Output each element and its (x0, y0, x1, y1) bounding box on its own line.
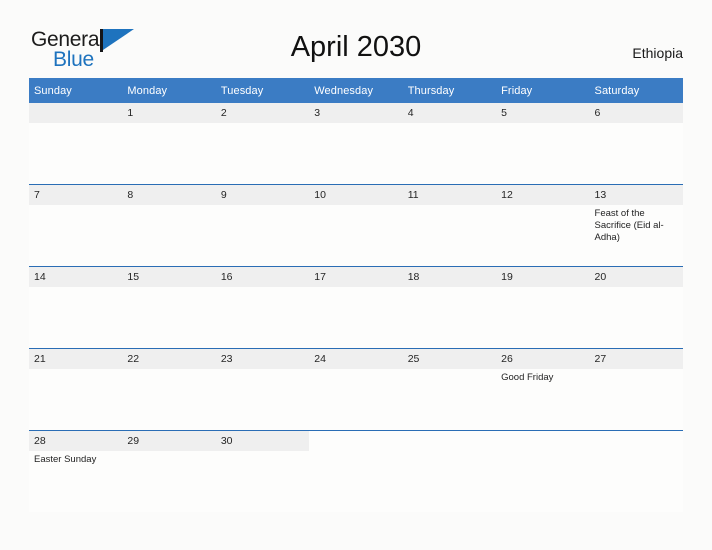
day-number: 3 (309, 103, 403, 123)
day-number: 14 (29, 267, 123, 287)
day-number (403, 431, 496, 451)
weekday-header-wednesday: Wednesday (309, 78, 403, 103)
calendar-grid: Sunday Monday Tuesday Wednesday Thursday… (29, 78, 683, 512)
weekday-header-sunday: Sunday (29, 78, 123, 103)
calendar-day-cell[interactable]: 18 (402, 266, 497, 349)
calendar-day-cell[interactable]: 21 (29, 348, 123, 431)
calendar-day-cell[interactable]: 25 (402, 348, 497, 431)
day-number: 24 (309, 349, 403, 369)
calendar-day-cell[interactable] (309, 430, 403, 512)
calendar-week-row: 7 8 9 10 11 12 13 Feast of the Sacrifice (Eid a… (29, 184, 683, 267)
calendar-day-cell[interactable]: 6 (589, 103, 683, 185)
day-number: 9 (215, 185, 310, 205)
calendar-day-cell[interactable] (589, 430, 683, 512)
calendar-day-cell[interactable]: 8 (122, 184, 216, 267)
day-event-label: Feast of the Sacrifice (Eid al-Adha) (594, 208, 664, 243)
calendar-week-row: 123456 (29, 103, 683, 185)
day-number: 25 (402, 349, 497, 369)
day-number: 8 (122, 185, 216, 205)
day-number (29, 103, 123, 123)
day-number (496, 431, 589, 451)
weekday-header-saturday: Saturday (589, 78, 683, 103)
day-number (590, 431, 683, 451)
weekday-header-thursday: Thursday (402, 78, 497, 103)
day-number: 11 (402, 185, 497, 205)
weekday-header-monday: Monday (122, 78, 216, 103)
calendar-day-cell[interactable]: 29 (122, 430, 216, 512)
calendar-day-cell[interactable]: 1 (122, 103, 216, 185)
day-number: 10 (309, 185, 403, 205)
calendar-day-cell[interactable]: 2 (215, 103, 310, 185)
weekday-header-row: Sunday Monday Tuesday Wednesday Thursday… (29, 78, 683, 103)
day-number: 7 (29, 185, 123, 205)
day-number: 23 (215, 349, 310, 369)
day-event-label: Easter Sunday (34, 454, 97, 465)
day-number: 19 (496, 267, 590, 287)
day-number: 26 (496, 349, 590, 369)
calendar-day-cell[interactable]: 5 (496, 103, 590, 185)
calendar-day-cell[interactable]: 12 (496, 184, 590, 267)
day-event-label: Good Friday (501, 372, 554, 383)
calendar-day-cell[interactable]: 30 (215, 430, 310, 512)
calendar-day-cell[interactable]: 14 (29, 266, 123, 349)
calendar-day-cell[interactable]: 4 (402, 103, 497, 185)
calendar-day-cell[interactable]: 26 Good Friday (496, 348, 590, 431)
calendar-week-row: 21 22 23 24 25 26 Good Friday 27 (29, 348, 683, 431)
day-number: 28 (29, 431, 123, 451)
weekday-header-tuesday: Tuesday (215, 78, 310, 103)
page-title: April 2030 (290, 31, 422, 63)
day-number: 4 (402, 103, 497, 123)
day-number: 12 (496, 185, 590, 205)
calendar-day-cell[interactable]: 22 (122, 348, 216, 431)
calendar-day-cell[interactable]: 9 (215, 184, 310, 267)
day-number: 22 (122, 349, 216, 369)
calendar-page: General Blue April 2030 Ethiopia Sunday … (0, 0, 712, 550)
weekday-header-friday: Friday (496, 78, 590, 103)
calendar-day-cell[interactable] (29, 103, 123, 185)
calendar-day-cell[interactable]: 16 (215, 266, 310, 349)
day-number: 2 (215, 103, 310, 123)
calendar-day-cell[interactable]: 7 (29, 184, 123, 267)
calendar-body: 1 2 3 4 5 6 7 8 9 10 11 12 13 Feast of the Sacrifice … (29, 103, 683, 512)
day-number: 27 (589, 349, 683, 369)
day-number: 15 (122, 267, 216, 287)
calendar-day-cell[interactable] (496, 430, 590, 512)
calendar-day-cell[interactable]: 11 (402, 184, 497, 267)
calendar-day-cell[interactable]: 24 (309, 348, 403, 431)
calendar-day-cell[interactable]: 10 (309, 184, 403, 267)
calendar-day-cell[interactable]: 3 (309, 103, 403, 185)
day-number: 30 (215, 431, 310, 451)
page-header: General Blue April 2030 Ethiopia (0, 0, 712, 78)
calendar-day-cell[interactable] (402, 430, 497, 512)
day-number: 1 (122, 103, 216, 123)
calendar-day-cell[interactable]: 19 (496, 266, 590, 349)
country-label: Ethiopia (632, 45, 683, 61)
calendar-day-cell[interactable]: 17 (309, 266, 403, 349)
day-number: 21 (29, 349, 123, 369)
calendar-day-cell[interactable]: 28 Easter Sunday (29, 430, 123, 512)
day-number: 6 (589, 103, 683, 123)
day-number: 5 (496, 103, 590, 123)
day-number: 20 (589, 267, 683, 287)
day-number: 29 (122, 431, 216, 451)
day-number: 16 (215, 267, 310, 287)
calendar-day-cell[interactable]: 20 (589, 266, 683, 349)
calendar-day-cell[interactable]: 15 (122, 266, 216, 349)
day-number: 13 (589, 185, 683, 205)
calendar-day-cell[interactable]: 27 (589, 348, 683, 431)
calendar-week-row: 14 15 16 17 18 19 20 (29, 266, 683, 349)
day-number: 17 (309, 267, 403, 287)
calendar-day-cell[interactable]: 13 Feast of the Sacrifice (Eid al-Adha) (589, 184, 683, 267)
calendar-week-row: 28 Easter Sunday 29 30 (29, 430, 683, 512)
day-number (309, 431, 402, 451)
calendar-day-cell[interactable]: 23 (215, 348, 310, 431)
day-number: 18 (402, 267, 497, 287)
